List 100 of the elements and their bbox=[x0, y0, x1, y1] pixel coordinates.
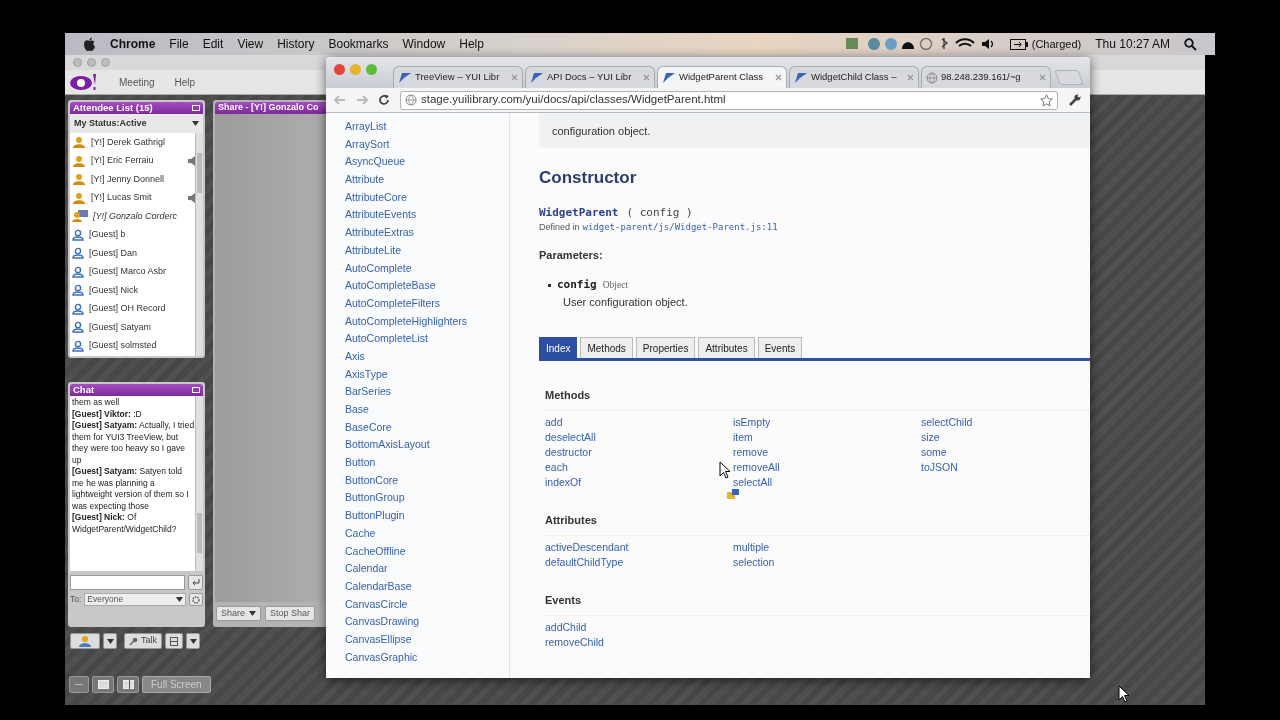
index-link[interactable]: add bbox=[545, 414, 563, 430]
new-tab-button[interactable] bbox=[1054, 70, 1084, 85]
class-link[interactable]: ArrayList bbox=[345, 118, 509, 136]
attendee-item[interactable]: [Guest] Marco Asbr bbox=[70, 262, 195, 281]
attendee-item[interactable]: [Guest] Nick bbox=[70, 281, 195, 300]
url-field[interactable]: stage.yuilibrary.com/yui/docs/api/classes/WidgetParent.html bbox=[400, 90, 1058, 110]
class-link[interactable]: Attribute bbox=[345, 171, 509, 189]
send-button[interactable] bbox=[188, 575, 203, 590]
attendee-item[interactable]: [Guest] Dan bbox=[70, 244, 195, 263]
class-link[interactable]: CacheOffline bbox=[345, 542, 509, 561]
index-link[interactable]: toJSON bbox=[921, 460, 958, 476]
close-icon[interactable] bbox=[643, 74, 650, 81]
class-link[interactable]: ButtonGroup bbox=[345, 489, 509, 508]
class-link[interactable]: AxisType bbox=[345, 365, 509, 384]
class-link[interactable]: CanvasGraphic bbox=[345, 648, 509, 667]
class-link[interactable]: AttributeCore bbox=[345, 188, 509, 207]
class-link[interactable]: AttributeEvents bbox=[345, 206, 509, 225]
forward-icon[interactable] bbox=[356, 95, 368, 105]
class-link[interactable]: Cache bbox=[345, 524, 509, 543]
class-link[interactable]: Button bbox=[345, 454, 509, 472]
dropdown-button[interactable] bbox=[186, 633, 200, 649]
index-link[interactable]: removeChild bbox=[545, 635, 604, 651]
class-link[interactable]: ButtonCore bbox=[345, 471, 509, 490]
index-link[interactable]: removeAll bbox=[733, 460, 780, 476]
class-link[interactable]: CanvasEllipse bbox=[345, 630, 509, 649]
doc-tab[interactable]: Events bbox=[757, 337, 803, 358]
layout-button[interactable] bbox=[117, 676, 139, 693]
class-link[interactable]: AutoCompleteHighlighters bbox=[345, 312, 509, 331]
back-icon[interactable] bbox=[334, 95, 346, 105]
index-link[interactable]: activeDescendant bbox=[545, 539, 629, 556]
menu-item[interactable]: View bbox=[237, 35, 264, 53]
reload-icon[interactable] bbox=[378, 94, 390, 106]
attendee-item[interactable]: [Guest] solmsted bbox=[70, 336, 195, 355]
index-link[interactable]: selection bbox=[733, 555, 775, 571]
doc-tab[interactable]: Properties bbox=[635, 337, 696, 358]
app-menu[interactable]: Chrome bbox=[110, 35, 156, 53]
index-link[interactable]: some bbox=[921, 444, 947, 461]
attendee-item[interactable]: [Y!] Gonzalo Corderc bbox=[70, 207, 195, 226]
index-link[interactable]: item bbox=[733, 429, 753, 445]
index-link[interactable]: addChild bbox=[545, 619, 587, 635]
attendee-item[interactable]: [Y!] Derek Gathrigl bbox=[70, 133, 195, 152]
menu-item[interactable]: History bbox=[277, 35, 315, 53]
class-link[interactable]: BaseCore bbox=[345, 418, 509, 437]
settings-button[interactable] bbox=[189, 593, 203, 606]
class-link[interactable]: AutoCompleteBase bbox=[345, 277, 509, 295]
menu-item[interactable]: Help bbox=[174, 74, 196, 90]
attendee-item[interactable]: [Guest] OH Record bbox=[70, 299, 195, 318]
minimize-button[interactable] bbox=[69, 676, 89, 693]
star-icon[interactable] bbox=[1040, 93, 1053, 107]
index-link[interactable]: size bbox=[921, 429, 940, 445]
index-link[interactable]: destructor bbox=[545, 444, 592, 461]
index-link[interactable]: defaultChildType bbox=[545, 555, 624, 571]
class-link[interactable]: AttributeExtras bbox=[345, 224, 509, 242]
maximize-icon[interactable] bbox=[192, 387, 200, 393]
menu-item[interactable]: Edit bbox=[202, 35, 224, 53]
class-link[interactable]: AsyncQueue bbox=[345, 153, 509, 172]
zoom-window-button[interactable] bbox=[366, 64, 377, 75]
status-dropdown[interactable]: My Status:Active bbox=[70, 114, 203, 133]
close-icon[interactable] bbox=[775, 74, 782, 81]
class-link[interactable]: AutoCompleteFilters bbox=[345, 294, 509, 313]
attendee-item[interactable]: [Y!] Eric Ferraiu bbox=[70, 151, 195, 170]
class-link[interactable]: ButtonPlugin bbox=[345, 507, 509, 525]
menu-item[interactable]: Bookmarks bbox=[328, 35, 389, 53]
maximize-icon[interactable] bbox=[192, 105, 200, 111]
class-link[interactable]: AutoCompleteList bbox=[345, 330, 509, 348]
menu-item[interactable]: Help bbox=[459, 35, 484, 53]
class-link[interactable]: CanvasCircle bbox=[345, 595, 509, 614]
index-link[interactable]: selectAll bbox=[733, 475, 773, 491]
class-link[interactable]: ArraySort bbox=[345, 135, 509, 154]
message-field[interactable] bbox=[70, 575, 185, 590]
stop-share-button[interactable]: Stop Shar bbox=[265, 606, 316, 621]
class-link[interactable]: Axis bbox=[345, 347, 509, 366]
index-link[interactable]: selectChild bbox=[921, 414, 973, 430]
browser-tab[interactable]: WidgetChild Class – bbox=[789, 66, 919, 88]
attendee-item[interactable]: [Y!] Lucas Smit bbox=[70, 188, 195, 207]
phone-button[interactable] bbox=[165, 633, 183, 649]
class-link[interactable]: AttributeLite bbox=[345, 241, 509, 260]
class-link[interactable]: BarSeries bbox=[345, 383, 509, 401]
class-link[interactable]: CalendarBase bbox=[345, 577, 509, 596]
talk-button[interactable]: Talk bbox=[124, 633, 162, 649]
close-icon[interactable] bbox=[511, 74, 518, 81]
attendee-item[interactable]: [Y!] Jenny Donnell bbox=[70, 170, 195, 189]
class-link[interactable]: AutoComplete bbox=[345, 259, 509, 278]
minimize-window-button[interactable] bbox=[350, 64, 361, 75]
close-window-button[interactable] bbox=[334, 64, 345, 75]
index-link[interactable]: remove bbox=[733, 444, 768, 461]
class-link[interactable]: CanvasDrawing bbox=[345, 613, 509, 631]
index-link[interactable]: each bbox=[545, 460, 568, 476]
index-link[interactable]: isEmpty bbox=[733, 414, 771, 430]
close-icon[interactable] bbox=[907, 74, 914, 81]
wrench-icon[interactable] bbox=[1068, 93, 1082, 107]
menu-item[interactable]: Meeting bbox=[119, 74, 155, 90]
menu-item[interactable]: File bbox=[169, 35, 189, 53]
index-link[interactable]: deselectAll bbox=[545, 429, 596, 445]
browser-tab[interactable]: WidgetParent Class bbox=[657, 66, 787, 88]
browser-tab[interactable]: 98.248.239.161/~g bbox=[921, 66, 1051, 88]
menu-item[interactable]: Window bbox=[402, 35, 446, 53]
attendee-item[interactable]: [Guest] Satyam bbox=[70, 318, 195, 337]
layout-button[interactable] bbox=[92, 676, 114, 693]
class-link[interactable]: Base bbox=[345, 401, 509, 419]
